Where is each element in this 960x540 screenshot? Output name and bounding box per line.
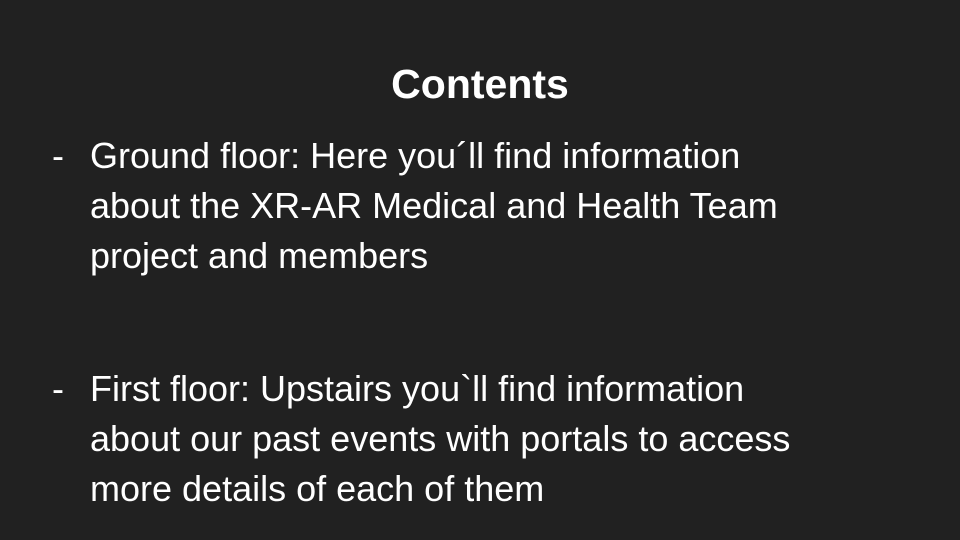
bullet-line: about the XR-AR Medical and Health Team bbox=[90, 185, 778, 226]
bullet-line: First floor: Upstairs you`ll find inform… bbox=[90, 368, 745, 409]
bullet-text: First floor: Upstairs you`ll find inform… bbox=[90, 364, 890, 514]
bullet-line: project and members bbox=[90, 235, 429, 276]
slide-title: Contents bbox=[391, 61, 569, 107]
bullet-text: Ground floor: Here you´ll find informati… bbox=[90, 131, 890, 281]
bullet-line: more details of each of them bbox=[90, 468, 545, 509]
bullet-line: Ground floor: Here you´ll find informati… bbox=[90, 135, 741, 176]
bullet-line: about our past events with portals to ac… bbox=[90, 418, 791, 459]
bullet-marker: - bbox=[52, 368, 64, 409]
slide: Contents - Ground floor: Here you´ll fin… bbox=[0, 0, 960, 540]
bullet-marker: - bbox=[52, 135, 64, 176]
